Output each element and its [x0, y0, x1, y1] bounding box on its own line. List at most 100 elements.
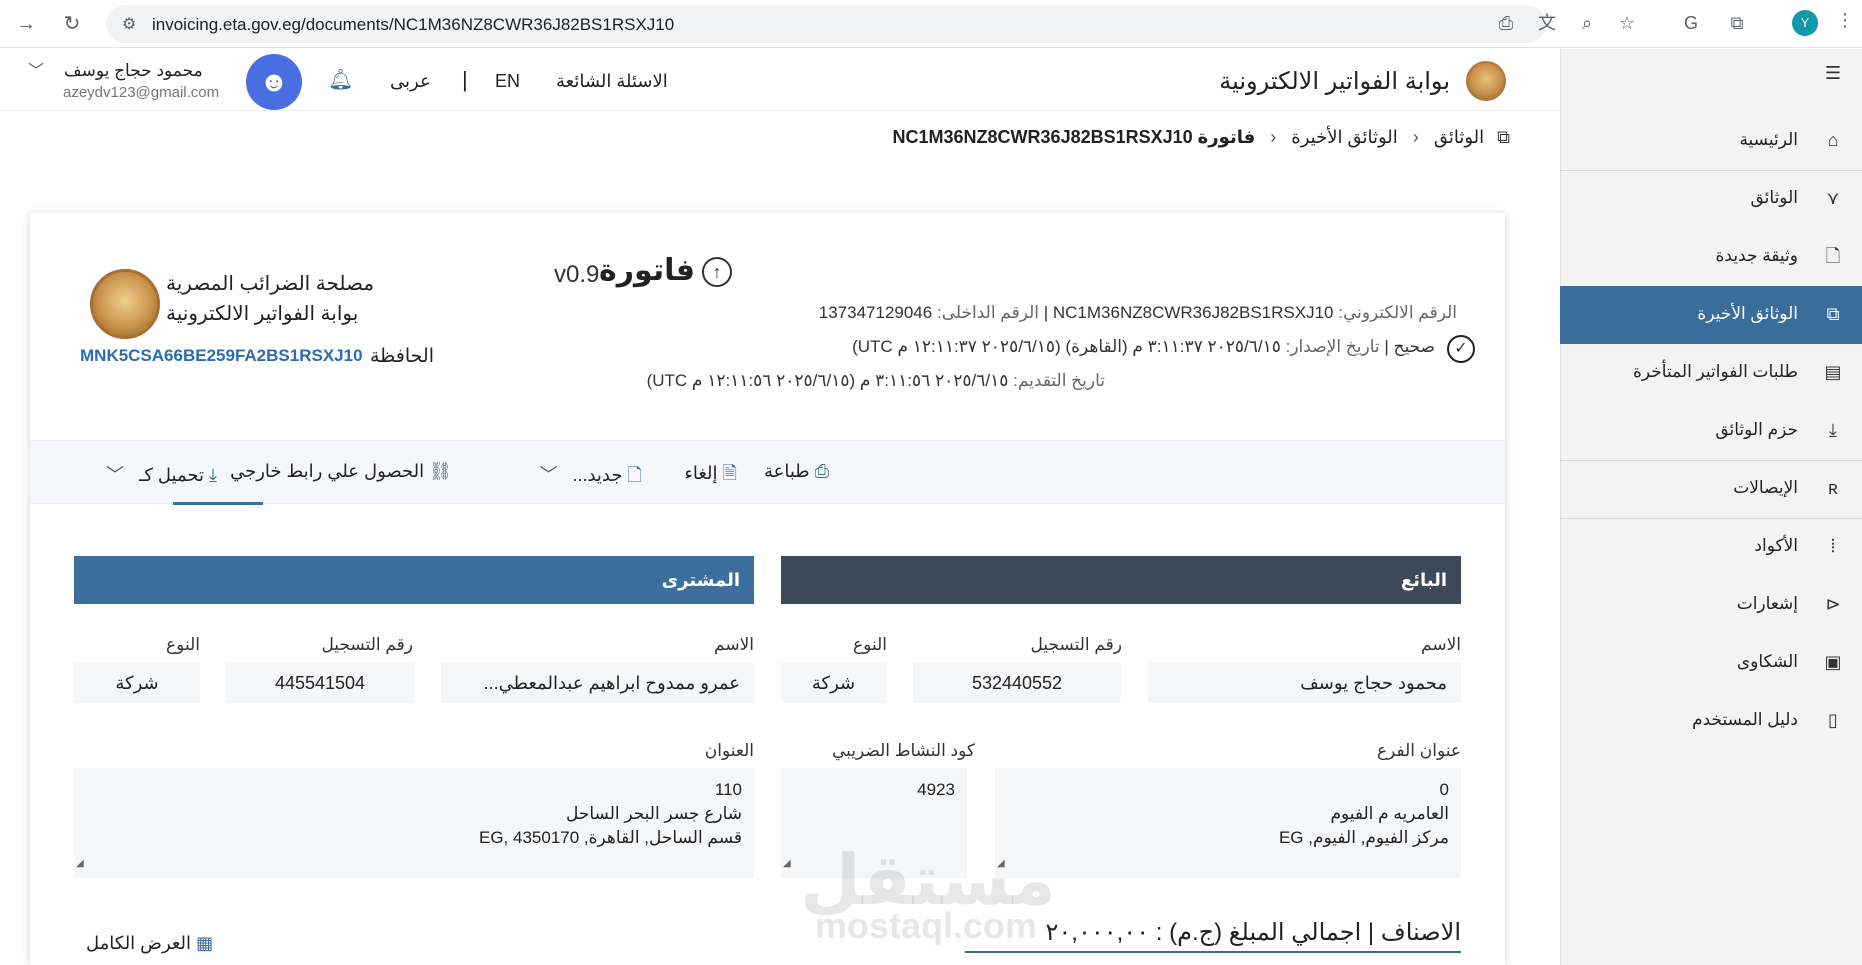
browser-menu-icon[interactable]: ⋮: [1836, 10, 1854, 31]
eta-seal-icon: [90, 269, 160, 339]
external-link-label: الحصول علي رابط خارجي: [230, 461, 425, 481]
buyer-panel-header: المشترى: [74, 556, 754, 604]
complaints-icon: ▣: [1824, 652, 1842, 672]
grammarly-icon[interactable]: G: [1677, 9, 1705, 37]
buyer-address-label: العنوان: [704, 741, 754, 760]
issue-date-label: تاريخ الإصدار:: [1285, 337, 1380, 356]
seller-reg-label: رقم التسجيل: [1030, 635, 1122, 654]
cancel-document-button[interactable]: 🗎︎ إلغاء: [684, 461, 745, 491]
sidebar-item-recent-documents[interactable]: ⧉ الوثائق الأخيرة: [1560, 286, 1862, 344]
hamburger-icon[interactable]: ☰: [1822, 62, 1844, 84]
seller-name-field: محمود حجاج يوسف: [1148, 663, 1461, 703]
chevron-left-icon: ‹: [1270, 126, 1277, 147]
lang-english-link[interactable]: EN: [495, 71, 520, 92]
user-name[interactable]: محمود حجاج يوسف: [64, 61, 203, 81]
translate-icon[interactable]: 文: [1533, 9, 1561, 37]
resize-handle-icon[interactable]: ◢: [783, 852, 791, 876]
full-view-label: العرض الكامل: [86, 933, 192, 953]
download-as-button[interactable]: ⤓ تحميل كـ ﹀: [106, 461, 225, 487]
wallet-code-link[interactable]: MNK5CSA66BE259FA2BS1RSXJ10: [80, 346, 363, 366]
codes-icon: ⦙: [1830, 536, 1836, 556]
sidebar-menu-toggle[interactable]: ☰: [1560, 55, 1862, 91]
seller-type-field: شركة: [781, 663, 886, 703]
home-icon: ⌂: [1827, 130, 1839, 150]
sidebar-item-document-packages[interactable]: ⤓ حزم الوثائق: [1560, 402, 1862, 460]
site-info-icon[interactable]: ⚙: [122, 14, 136, 34]
document-ids: الرقم الالكتروني: NC1M36NZ8CWR36J82BS1RS…: [819, 303, 1457, 323]
wallet-label: الحافظة: [370, 346, 434, 367]
profile-avatar[interactable]: Y: [1792, 10, 1818, 36]
document-submit-line: تاريخ التقديم: ٢٠٢٥/٦/١٥ ٣:١١:٥٦ م (٢٠٢٥…: [647, 371, 1105, 391]
items-total-title: الاصناف | اجمالي المبلغ (ج.م) : ٢٠,٠٠٠,٠…: [1045, 919, 1461, 946]
app-header: ﹀ محمود حجاج يوسف azeydv123@gmail.com ☻ …: [0, 49, 1560, 111]
buyer-address: 110 شارع جسر البحر الساحل قسم الساحل, ال…: [74, 768, 754, 878]
browser-toolbar: → ↻ ⚙ invoicing.eta.gov.eg/documents/NC1…: [0, 0, 1862, 48]
sidebar-item-receipts[interactable]: ʀ الإيصالات: [1560, 460, 1862, 518]
download-icon: ⤓: [1829, 420, 1837, 440]
resize-handle-icon[interactable]: ◢: [76, 852, 84, 876]
address-line: قسم الساحل, القاهرة, EG, 4350170: [479, 828, 742, 847]
bookmark-star-icon[interactable]: ☆: [1613, 9, 1641, 37]
link-icon: ⛓: [429, 461, 452, 481]
reload-icon[interactable]: ↻: [58, 10, 86, 38]
buyer-reg-label: رقم التسجيل: [321, 635, 413, 654]
sidebar-item-notifications[interactable]: ⊲ إشعارات: [1560, 576, 1862, 634]
cancel-label: إلغاء: [684, 463, 718, 483]
user-email: azeydv123@gmail.com: [63, 84, 220, 101]
user-avatar-icon[interactable]: ☻: [246, 54, 302, 110]
extensions-icon[interactable]: ⧉: [1723, 9, 1751, 37]
address-line: 0: [1439, 780, 1449, 799]
address-line: مركز الفيوم, الفيوم, EG: [1278, 828, 1449, 847]
bell-icon[interactable]: 🔔︎: [328, 67, 353, 92]
url-text[interactable]: invoicing.eta.gov.eg/documents/NC1M36NZ8…: [152, 15, 674, 35]
sidebar-item-label: الإيصالات: [1733, 478, 1798, 497]
install-app-icon[interactable]: ⎙: [1492, 9, 1520, 37]
seller-reg-field: 532440552: [913, 663, 1121, 703]
meta-separator: |: [1379, 337, 1389, 356]
printer-icon: ⎙: [814, 461, 829, 481]
sidebar-item-label: الوثائق الأخيرة: [1697, 304, 1798, 323]
sidebar-item-new-document[interactable]: 🗋︎ وثيقة جديدة: [1560, 228, 1862, 286]
sidebar-item-home[interactable]: ⌂ الرئيسية: [1560, 112, 1862, 170]
seller-activity-label: كود النشاط الضريبي: [831, 741, 975, 760]
meta-separator: |: [1039, 303, 1049, 322]
faq-link[interactable]: الاسئلة الشائعة: [556, 71, 668, 92]
zoom-icon[interactable]: ⌕: [1573, 9, 1601, 37]
active-tool-indicator: [173, 502, 263, 505]
sidebar-item-user-guide[interactable]: ▯ دليل المستخدم: [1560, 692, 1862, 750]
chevron-down-icon[interactable]: ﹀: [28, 57, 44, 81]
buyer-name-label: الاسم: [714, 635, 754, 654]
address-bar[interactable]: ⚙ invoicing.eta.gov.eg/documents/NC1M36N…: [106, 5, 1546, 43]
lang-arabic-link[interactable]: عربى: [390, 71, 431, 92]
internal-id-label: الرقم الداخلى:: [936, 303, 1039, 322]
eta-logo-icon: [1466, 61, 1506, 101]
address-line: 110: [714, 780, 742, 799]
forward-icon[interactable]: →: [12, 10, 40, 38]
sidebar-item-documents[interactable]: ⋎ الوثائق: [1560, 170, 1862, 228]
seller-type-label: النوع: [853, 635, 887, 654]
download-icon: ⤓: [209, 465, 217, 485]
chevron-down-icon: ﹀: [539, 465, 558, 485]
new-dropdown-button[interactable]: 🗋︎ جديد... ﹀: [539, 461, 650, 493]
sidebar-item-codes[interactable]: ⦙ الأكواد: [1560, 518, 1862, 576]
receipts-icon: ʀ: [1828, 478, 1838, 498]
document-status-line: صحيح | تاريخ الإصدار: ٢٠٢٥/٦/١٥ ٣:١١:٣٧ …: [852, 337, 1435, 357]
external-link-button[interactable]: ⛓ الحصول علي رابط خارجي: [230, 461, 460, 482]
breadcrumb-documents[interactable]: الوثائق: [1434, 127, 1484, 148]
uuid-label: الرقم الالكتروني:: [1338, 303, 1457, 322]
grid-icon: ▦: [196, 933, 214, 953]
sidebar-item-label: دليل المستخدم: [1692, 710, 1798, 729]
buyer-name-field: عمرو ممدوح ابراهيم عبدالمعطي...: [441, 663, 754, 703]
breadcrumb: ⧉ الوثائق ‹ الوثائق الأخيرة ‹ فاتورة NC1…: [400, 126, 1510, 152]
breadcrumb-recent[interactable]: الوثائق الأخيرة: [1291, 127, 1398, 148]
seller-branch-label: عنوان الفرع: [1376, 741, 1461, 760]
seller-name-label: الاسم: [1421, 635, 1461, 654]
authority-name: مصلحة الضرائب المصرية: [166, 273, 375, 295]
sidebar-item-complaints[interactable]: ▣ الشكاوى: [1560, 634, 1862, 692]
arrow-up-circle-icon: ↑: [702, 257, 732, 287]
full-view-button[interactable]: ▦ العرض الكامل: [86, 933, 221, 954]
breadcrumb-current: فاتورة NC1M36NZ8CWR36J82BS1RSXJ10: [892, 126, 1256, 147]
sidebar-item-late-requests[interactable]: ▤ طلبات الفواتير المتأخرة: [1560, 344, 1862, 402]
notifications-icon: ⊲: [1825, 594, 1841, 614]
print-button[interactable]: ⎙ طباعة: [764, 461, 837, 482]
